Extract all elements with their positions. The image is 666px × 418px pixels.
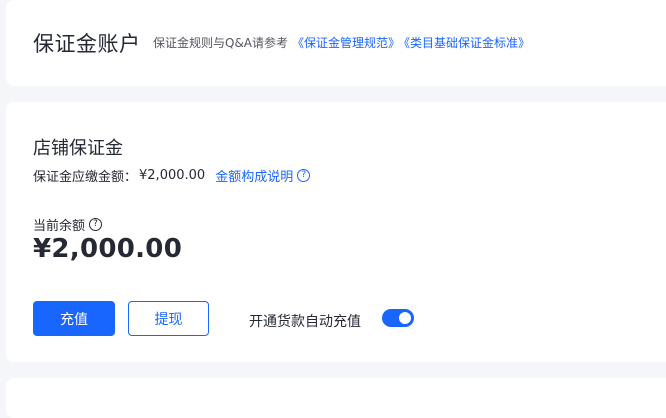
next-section-card [6,378,666,418]
amount-explanation-label: 金额构成说明 [215,170,294,185]
withdraw-button[interactable]: 提现 [128,301,209,336]
auto-recharge-label: 开通货款自动充值 [249,314,361,330]
page-title: 保证金账户 [33,32,141,56]
rules-reference: 保证金规则与Q&A请参考 《保证金管理规范》 《类目基础保证金标准》 [153,34,530,51]
payable-label: 保证金应缴金额： [33,170,138,185]
question-circle-icon: ? [297,169,311,182]
balance-label-row: 当前余额 ? [33,215,103,234]
balance-value: ¥2,000.00 [33,234,183,264]
account-header-card: 保证金账户 保证金规则与Q&A请参考 《保证金管理规范》 《类目基础保证金标准》 [6,0,666,86]
balance-label: 当前余额 [33,219,86,234]
rules-intro-text: 保证金规则与Q&A请参考 [153,36,289,50]
auto-recharge-toggle[interactable] [382,309,414,327]
payable-amount: ¥2,000.00 [139,168,206,183]
payable-amount-row: 保证金应缴金额： ¥2,000.00 金额构成说明 ? [33,166,311,185]
amount-explanation-link[interactable]: 金额构成说明 ? [215,166,311,185]
toggle-knob [399,312,411,324]
deposit-rules-link[interactable]: 《保证金管理规范》 [292,36,400,50]
section-title: 店铺保证金 [33,138,123,159]
category-standard-link[interactable]: 《类目基础保证金标准》 [404,36,530,50]
store-deposit-card: 店铺保证金 保证金应缴金额： ¥2,000.00 金额构成说明 ? 当前余额 ?… [6,102,666,362]
question-circle-icon[interactable]: ? [89,218,103,231]
recharge-button[interactable]: 充值 [33,301,115,336]
